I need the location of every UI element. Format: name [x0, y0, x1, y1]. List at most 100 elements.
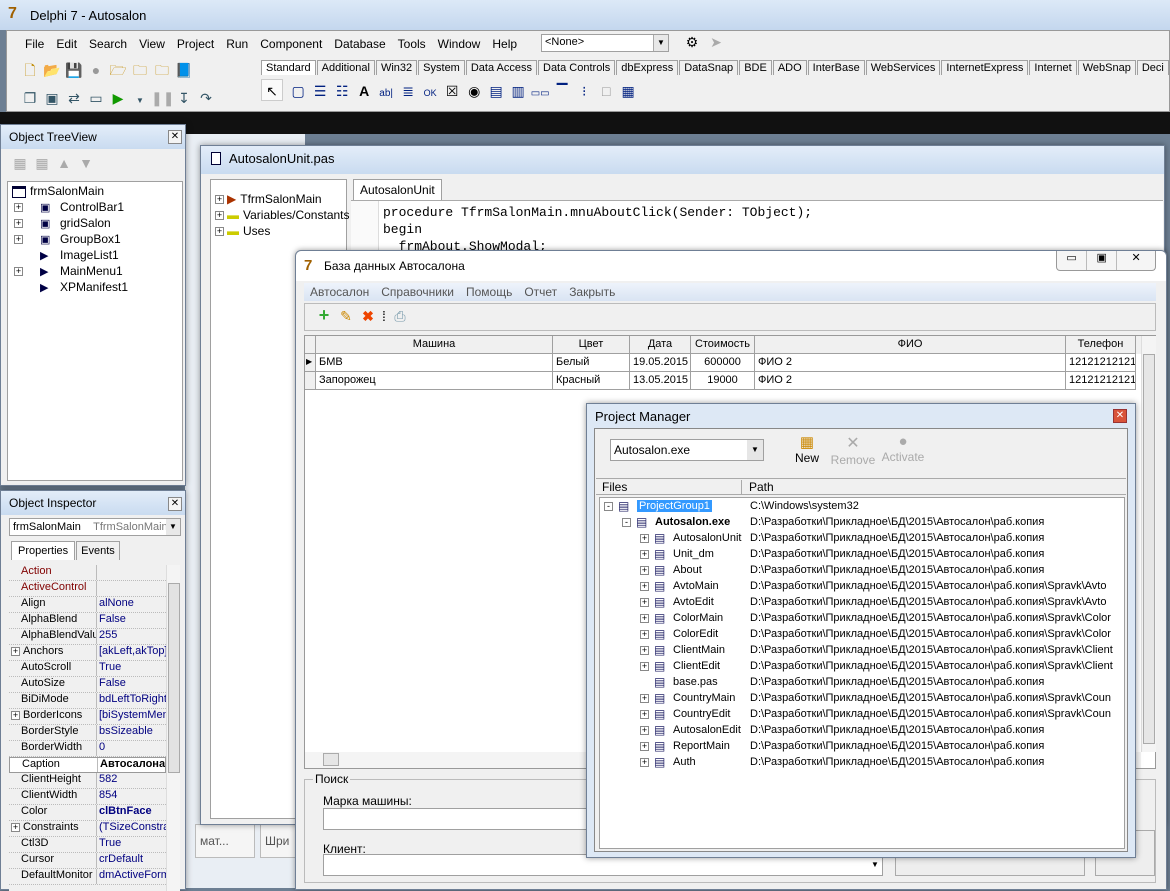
toggle-form-unit-icon[interactable]: ⇄ — [63, 87, 85, 109]
header-path[interactable]: Path — [749, 480, 774, 494]
property-row[interactable]: BiDiMode bdLeftToRight — [9, 693, 166, 709]
file-row[interactable]: + ▤ ReportMain D:\Разработки\Прикладное\БД\… — [600, 739, 1124, 755]
salon-menu-item[interactable]: Справочники — [375, 285, 460, 299]
file-row[interactable]: + ▤ ColorEdit D:\Разработки\Прикладное\БД\2… — [600, 627, 1124, 643]
pause-icon[interactable]: ❚❚ — [151, 87, 174, 109]
memo-icon[interactable]: ≣ — [397, 80, 419, 102]
property-value[interactable] — [97, 565, 166, 580]
column-header[interactable]: Телефон — [1066, 336, 1136, 354]
menu-project[interactable]: Project — [171, 37, 220, 51]
property-row[interactable]: AutoSize False — [9, 677, 166, 693]
code-text[interactable]: procedure TfrmSalonMain.mnuAboutClick(Se… — [383, 204, 812, 255]
column-header[interactable]: Машина — [316, 336, 553, 354]
file-row[interactable]: + ▤ Auth D:\Разработки\Прикладное\БД\2015\А… — [600, 755, 1124, 771]
expand-icon[interactable]: + — [14, 203, 23, 213]
property-value[interactable]: crDefault — [97, 853, 166, 868]
close-icon[interactable]: ✕ — [1117, 251, 1155, 270]
explorer-item[interactable]: + ▬ Uses — [211, 224, 346, 240]
project-row[interactable]: - ▤ Autosalon.exe D:\Разработки\Прикладное\… — [600, 515, 1124, 531]
property-grid[interactable]: Action ActiveControl Align alNone AlphaBlend… — [9, 565, 166, 891]
expand-icon[interactable]: + — [640, 646, 649, 655]
table-row[interactable]: Запорожец Красный 13.05.2015 19000 ФИО 2 1212… — [305, 372, 1141, 390]
expand-icon[interactable]: + — [640, 662, 649, 671]
palette-tab[interactable]: Data Controls — [538, 60, 616, 75]
property-row[interactable]: Ctl3D True — [9, 837, 166, 853]
salon-menu-item[interactable]: Отчет — [518, 285, 563, 299]
property-row[interactable]: Action — [9, 565, 166, 581]
property-row[interactable]: Align alNone — [9, 597, 166, 613]
header-files[interactable]: Files — [602, 480, 742, 495]
menu-view[interactable]: View — [133, 37, 171, 51]
frames-icon[interactable]: ▢ — [287, 80, 309, 102]
trace-into-icon[interactable]: ↧ — [173, 87, 195, 109]
expand-icon[interactable]: + — [640, 726, 649, 735]
table-cell[interactable]: Запорожец — [316, 372, 553, 390]
expand-icon[interactable]: + — [14, 235, 23, 245]
print-icon[interactable]: ⎙ — [389, 305, 411, 327]
file-row[interactable]: ▤ base.pas D:\Разработки\Прикладное\БД\201… — [600, 675, 1124, 691]
new-item-icon[interactable]: ▦ — [9, 152, 31, 174]
chevron-down-icon[interactable]: ▼ — [653, 35, 668, 51]
table-cell[interactable]: 12121212121 — [1066, 354, 1136, 372]
expand-icon[interactable]: + — [640, 550, 649, 559]
project-combo[interactable]: Autosalon.exe ▼ — [610, 439, 764, 461]
menu-window[interactable]: Window — [432, 37, 487, 51]
menu-run[interactable]: Run — [220, 37, 254, 51]
help-icon[interactable]: 📘 — [173, 59, 195, 81]
chevron-down-icon[interactable]: ▼ — [747, 440, 763, 460]
expand-icon[interactable]: + — [215, 227, 224, 237]
property-value[interactable]: False — [97, 677, 166, 692]
new-button[interactable]: ▦ New — [789, 433, 825, 465]
table-cell[interactable]: 19.05.2015 — [630, 354, 691, 372]
close-icon[interactable]: ✕ — [168, 497, 182, 511]
popupmenu-icon[interactable]: ☷ — [331, 80, 353, 102]
arrow-up-icon[interactable]: ▲ — [53, 152, 75, 174]
file-row[interactable]: + ▤ AutosalonUnit D:\Разработки\Прикладное\… — [600, 531, 1124, 547]
table-cell[interactable]: 19000 — [691, 372, 755, 390]
config-combo[interactable]: <None> ▼ — [541, 34, 669, 52]
car-input[interactable] — [323, 808, 593, 830]
table-cell[interactable]: Красный — [553, 372, 630, 390]
expand-icon[interactable]: + — [640, 630, 649, 639]
save-all-icon[interactable]: ● — [85, 59, 107, 81]
minimize-icon[interactable]: ▭ — [1057, 251, 1088, 270]
property-value[interactable]: [biSystemMenu] — [97, 709, 166, 724]
property-row[interactable]: +Constraints(TSizeConstraints) — [9, 821, 166, 837]
menu-file[interactable]: File — [19, 37, 50, 51]
expand-icon[interactable]: + — [11, 710, 20, 720]
property-value[interactable]: 582 — [97, 773, 166, 788]
deploy-icon[interactable]: ➤ — [705, 31, 727, 53]
expand-icon[interactable]: + — [640, 710, 649, 719]
property-value[interactable]: [akLeft,akTop] — [97, 645, 166, 660]
palette-tab[interactable]: Internet — [1029, 60, 1077, 75]
column-header[interactable]: ФИО — [755, 336, 1066, 354]
property-row[interactable]: ClientWidth 854 — [9, 789, 166, 805]
expand-icon[interactable]: + — [640, 742, 649, 751]
explorer-item[interactable]: + ▶ TfrmSalonMain — [211, 192, 346, 208]
property-value[interactable]: 0 — [97, 741, 166, 756]
open-icon[interactable]: 📂 — [41, 59, 63, 81]
property-row[interactable]: ActiveControl — [9, 581, 166, 597]
property-value[interactable]: 255 — [97, 629, 166, 644]
step-over-icon[interactable]: ↷ — [195, 87, 217, 109]
open-project-icon[interactable]: 🗁 — [107, 59, 129, 81]
palette-tab[interactable]: Additional — [316, 60, 375, 75]
file-row[interactable]: + ▤ Unit_dm D:\Разработки\Прикладное\БД\201… — [600, 547, 1124, 563]
button-icon[interactable]: OK — [419, 82, 441, 104]
groupbox-icon[interactable]: ▔ — [551, 80, 573, 102]
add-icon[interactable]: + — [313, 304, 335, 326]
actionlist-icon[interactable]: ▦ — [617, 80, 639, 102]
column-header[interactable]: Цвет — [553, 336, 630, 354]
file-row[interactable]: + ▤ AvtoEdit D:\Разработки\Прикладное\БД\20… — [600, 595, 1124, 611]
table-cell[interactable]: 12121212121 — [1066, 372, 1136, 390]
expand-icon[interactable]: + — [640, 582, 649, 591]
delete-item-icon[interactable]: ▦ — [31, 152, 53, 174]
table-cell[interactable]: БМВ — [316, 354, 553, 372]
property-row[interactable]: DefaultMonitor dmActiveForm — [9, 869, 166, 885]
expand-icon[interactable]: + — [11, 646, 20, 656]
new-icon[interactable]: 🗋 — [19, 59, 41, 81]
delete-icon[interactable]: ✖ — [357, 305, 379, 327]
remove-from-project-icon[interactable]: 🗀 — [151, 59, 173, 81]
menu-edit[interactable]: Edit — [50, 37, 83, 51]
salon-menu-item[interactable]: Автосалон — [304, 285, 375, 299]
